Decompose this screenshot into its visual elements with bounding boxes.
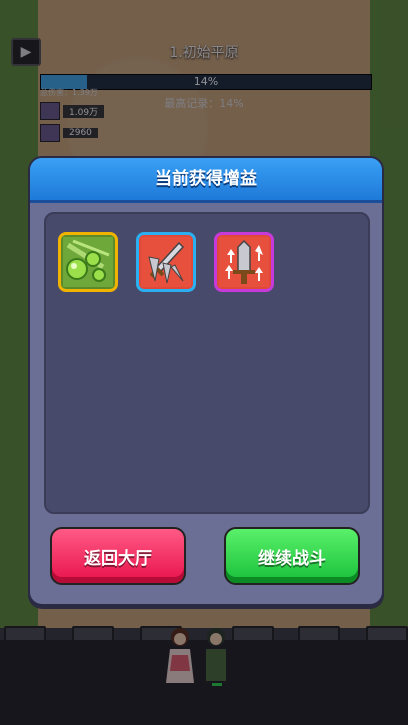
buff-slot-1[interactable] — [58, 232, 118, 292]
buff-summary-dialog: 当前获得增益 返回大厅 继续战斗 — [28, 156, 384, 606]
buff-slot-3[interactable] — [214, 232, 274, 292]
sword-spikes-icon — [141, 237, 191, 287]
return-lobby-button[interactable]: 返回大厅 — [50, 527, 186, 585]
dialog-header: 当前获得增益 — [30, 158, 382, 203]
buff-slot-2[interactable] — [136, 232, 196, 292]
green-orbs-icon — [63, 237, 113, 287]
sword-upgrade-icon — [219, 237, 269, 287]
dialog-title: 当前获得增益 — [155, 169, 257, 189]
buff-list-panel — [44, 212, 370, 514]
continue-battle-button[interactable]: 继续战斗 — [224, 527, 360, 585]
